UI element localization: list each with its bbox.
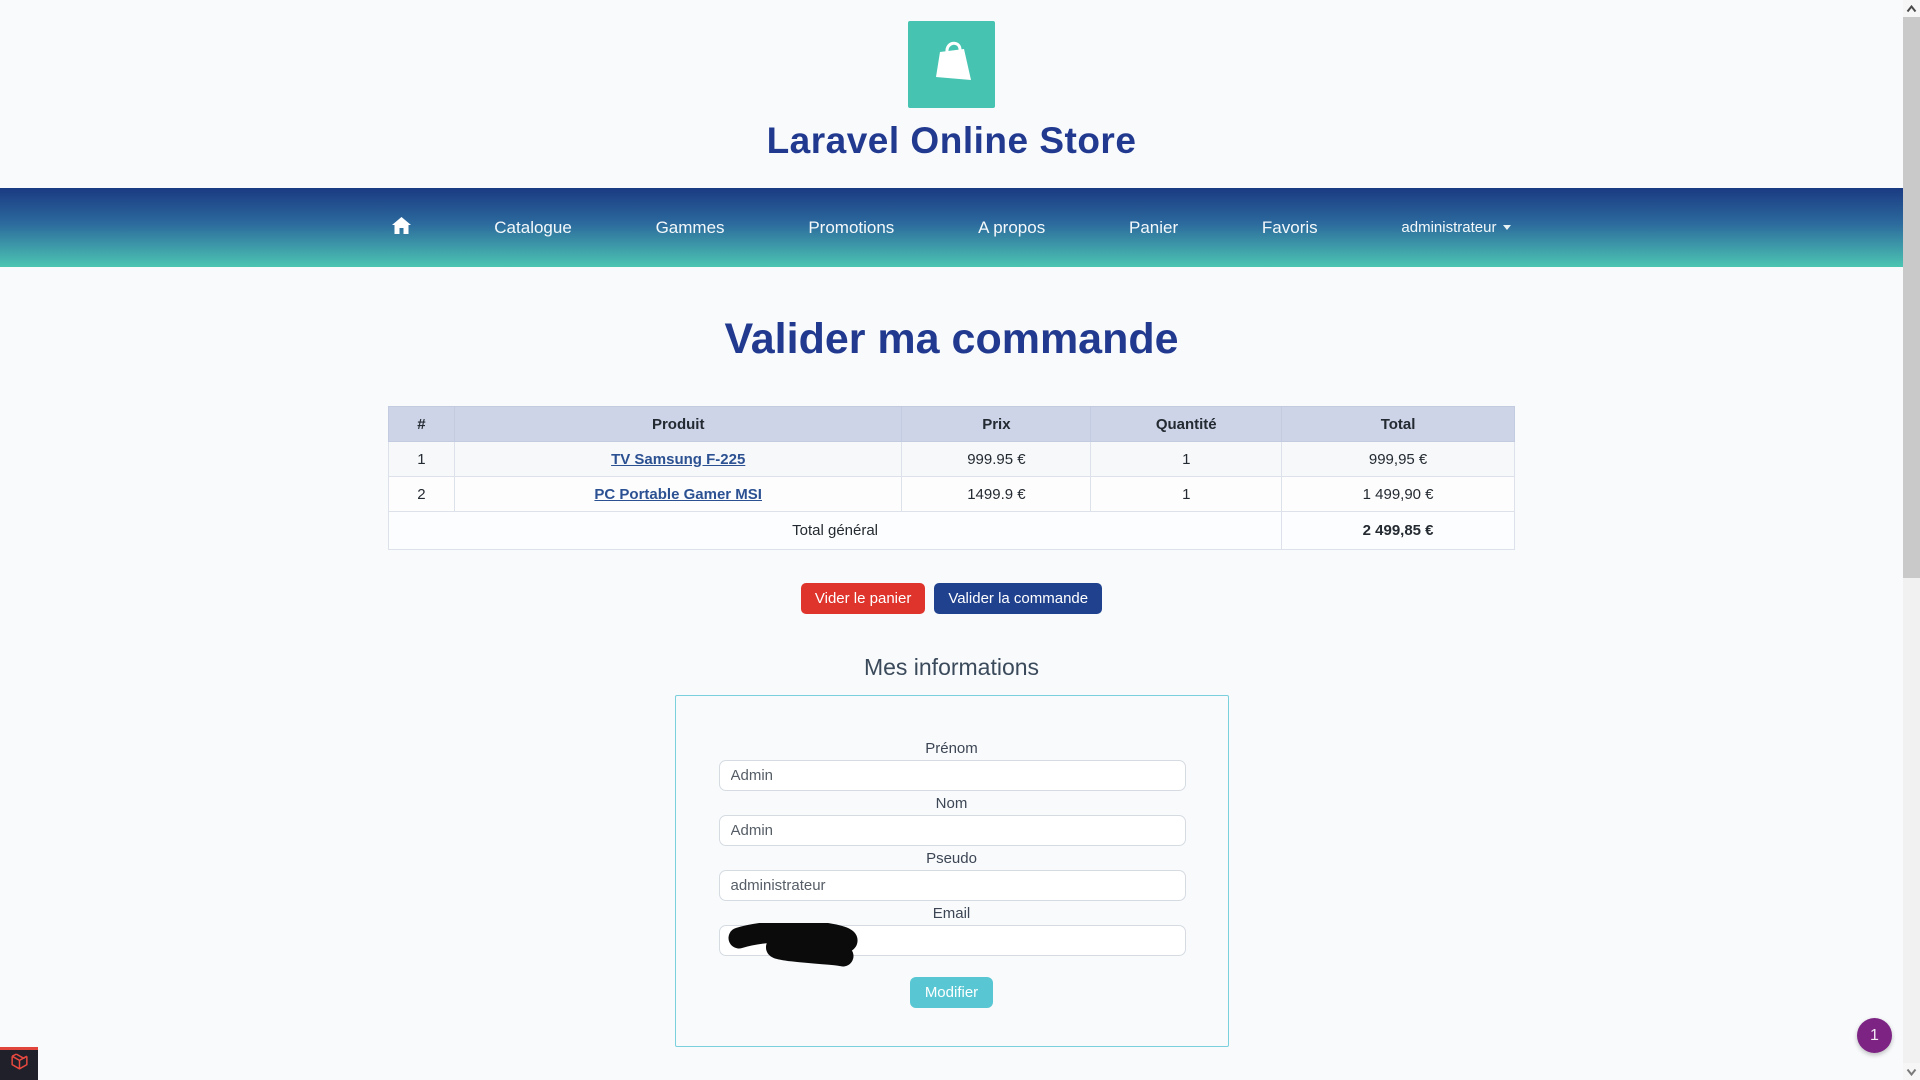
user-dropdown[interactable]: administrateur <box>1401 219 1512 236</box>
header-total: Total <box>1281 406 1515 442</box>
prenom-field[interactable] <box>718 760 1186 791</box>
store-logo[interactable] <box>908 21 995 108</box>
main-navbar: Catalogue Gammes Promotions A propos Pan… <box>0 188 1903 267</box>
nav-home-link[interactable] <box>391 216 411 239</box>
site-header: Laravel Online Store <box>0 0 1903 162</box>
email-field[interactable] <box>718 925 1186 956</box>
table-footer-row: Total général 2 499,85 € <box>387 511 1515 550</box>
product-link-tv-samsung[interactable]: TV Samsung F-225 <box>611 451 745 468</box>
laravel-debugbar-button[interactable] <box>0 1047 38 1080</box>
email-label: Email <box>932 905 971 922</box>
nav-link-favoris[interactable]: Favoris <box>1262 218 1318 238</box>
nav-link-promotions[interactable]: Promotions <box>808 218 894 238</box>
home-icon <box>391 216 411 239</box>
header-num: # <box>388 406 455 442</box>
pseudo-field[interactable] <box>718 870 1186 901</box>
chat-notification-badge[interactable]: 1 <box>1857 1018 1892 1053</box>
row-total: 999,95 € <box>1281 441 1515 477</box>
scroll-up-button[interactable] <box>1903 0 1920 17</box>
grand-total-value: 2 499,85 € <box>1281 511 1515 550</box>
cart-table: # Produit Prix Quantité Total 1 TV Samsu… <box>387 406 1515 550</box>
nav-link-a-propos[interactable]: A propos <box>978 218 1045 238</box>
scrollbar-thumb[interactable] <box>1903 17 1920 578</box>
nom-field[interactable] <box>718 815 1186 846</box>
pseudo-label: Pseudo <box>926 850 977 867</box>
total-general-label: Total général <box>387 511 1283 550</box>
product-link-pc-portable[interactable]: PC Portable Gamer MSI <box>594 486 762 503</box>
row-price: 999.95 € <box>901 441 1092 477</box>
field-prenom: Prénom <box>718 739 1186 791</box>
header-produit: Produit <box>453 406 903 442</box>
row-index: 2 <box>388 476 455 512</box>
shopping-bag-icon <box>923 33 981 96</box>
row-quantity: 1 <box>1090 441 1283 477</box>
vertical-scrollbar[interactable] <box>1903 0 1920 1080</box>
field-email: Email <box>718 904 1186 967</box>
table-row: 2 PC Portable Gamer MSI 1499.9 € 1 1 499… <box>388 476 1515 512</box>
nav-link-catalogue[interactable]: Catalogue <box>494 218 572 238</box>
navbar-inner: Catalogue Gammes Promotions A propos Pan… <box>391 216 1512 239</box>
user-info-title: Mes informations <box>863 654 1040 680</box>
chevron-down-icon <box>1503 225 1512 230</box>
field-nom: Nom <box>718 794 1186 846</box>
brand-title: Laravel Online Store <box>766 120 1137 161</box>
laravel-logo-icon <box>9 1052 30 1078</box>
chevron-down-icon <box>1906 1068 1917 1076</box>
prenom-label: Prénom <box>925 740 978 757</box>
chevron-up-icon <box>1906 4 1917 12</box>
header-quantite: Quantité <box>1090 406 1283 442</box>
row-price: 1499.9 € <box>901 476 1092 512</box>
table-row: 1 TV Samsung F-225 999.95 € 1 999,95 € <box>388 441 1515 477</box>
user-dropdown-label: administrateur <box>1401 219 1497 236</box>
page-title: Valider ma commande <box>724 315 1179 363</box>
nav-link-gammes[interactable]: Gammes <box>656 218 725 238</box>
clear-cart-button[interactable]: Vider le panier <box>800 583 926 614</box>
modify-button[interactable]: Modifier <box>909 977 994 1008</box>
nom-label: Nom <box>935 795 968 812</box>
field-pseudo: Pseudo <box>718 849 1186 901</box>
header-prix: Prix <box>901 406 1092 442</box>
cart-actions: Vider le panier Valider la commande <box>0 583 1903 614</box>
chat-badge-count: 1 <box>1870 1026 1879 1044</box>
scroll-down-button[interactable] <box>1903 1063 1920 1080</box>
user-info-form: Prénom Nom Pseudo Email <box>674 695 1229 1047</box>
row-index: 1 <box>388 441 455 477</box>
cart-table-header-row: # Produit Prix Quantité Total <box>388 406 1515 442</box>
page: Laravel Online Store Catalogue Gammes Pr… <box>0 0 1903 1080</box>
row-quantity: 1 <box>1090 476 1283 512</box>
nav-link-panier[interactable]: Panier <box>1129 218 1178 238</box>
validate-order-button[interactable]: Valider la commande <box>934 583 1103 614</box>
row-total: 1 499,90 € <box>1281 476 1515 512</box>
